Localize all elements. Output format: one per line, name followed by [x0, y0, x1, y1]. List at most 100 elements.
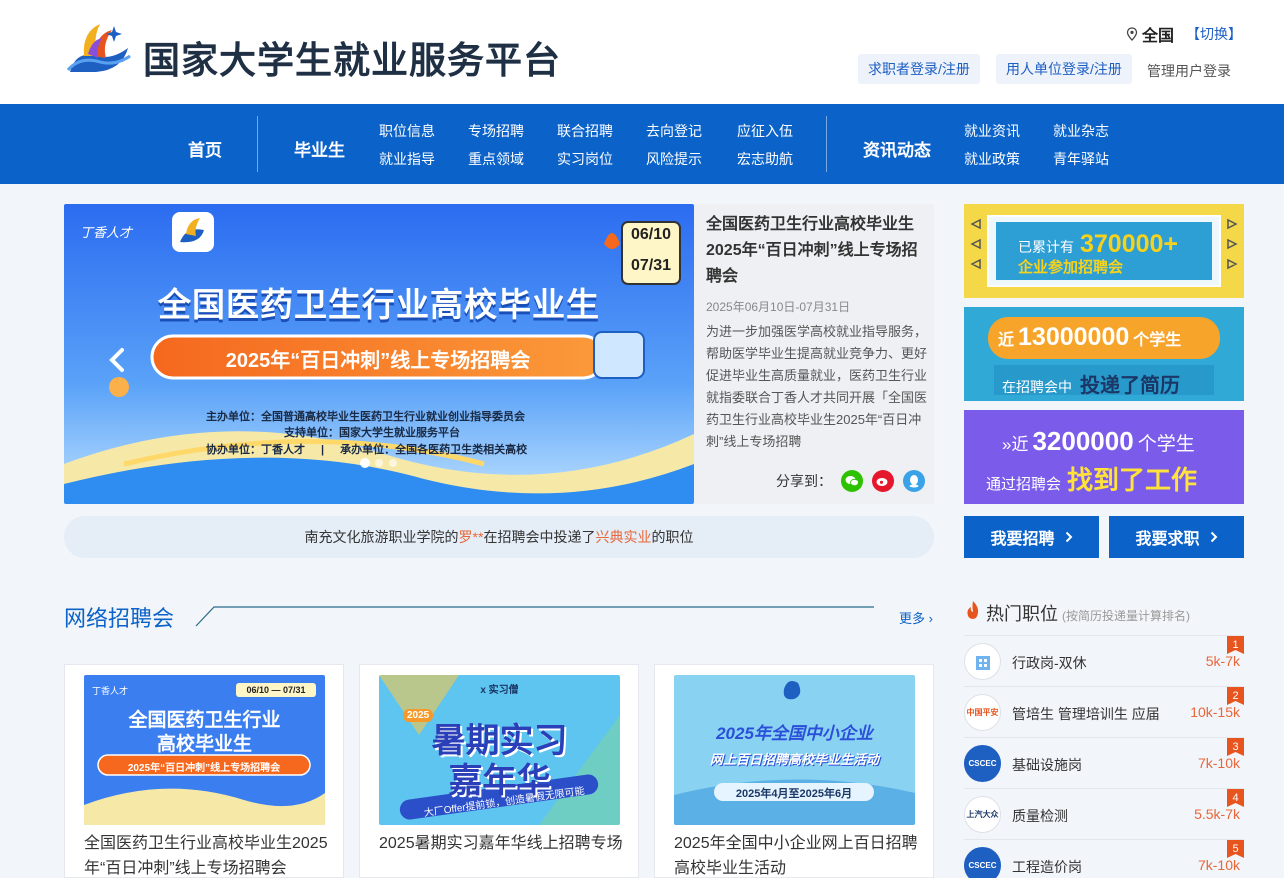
card-thumb-brand: 丁香人才 — [92, 686, 129, 696]
stat-ad-companies[interactable]: 已累计有 370000+ 企业参加招聘会 — [964, 204, 1244, 298]
nav-employment-news[interactable]: 就业资讯 — [964, 121, 1020, 141]
section-title-underline — [195, 606, 874, 627]
hot-job-item[interactable]: CSCEC 工程造价岗 7k-10k 5 — [964, 839, 1244, 878]
hot-job-item[interactable]: 上汽大众 质量检测 5.5k-7k 4 — [964, 788, 1244, 839]
fair-card[interactable]: 2025年全国中小企业 网上百日招聘高校毕业生活动 2025年4月至2025年6… — [654, 664, 934, 878]
job-salary: 5.5k-7k — [1194, 806, 1240, 822]
main-nav: 首页 毕业生 职位信息 专场招聘 联合招聘 去向登记 应征入伍 就业指导 重点领… — [0, 104, 1284, 184]
banner-subheadline: 2025年“百日冲刺”线上专场招聘会 — [225, 350, 531, 372]
banner-brand: 丁香人才 — [80, 225, 133, 240]
nav-enlistment[interactable]: 应征入伍 — [737, 121, 793, 141]
stat-ad-hired[interactable]: »近 3200000 个学生 通过招聘会 找到了工作 — [964, 410, 1244, 504]
card-thumb-line1: 2025年全国中小企业 — [716, 724, 873, 743]
nav-home[interactable]: 首页 — [188, 136, 222, 161]
ad1-caption: 企业参加招聘会 — [1018, 259, 1124, 276]
more-link[interactable]: 更多 › — [899, 608, 933, 627]
qq-icon[interactable] — [903, 470, 925, 492]
weibo-icon[interactable] — [872, 470, 894, 492]
nav-divider — [257, 116, 258, 172]
nav-key-fields[interactable]: 重点领域 — [468, 149, 524, 169]
ad2-line1: 近 13000000 个学生 — [998, 323, 1182, 351]
fair-card-title[interactable]: 2025暑期实习嘉年华线上招聘专场 — [379, 831, 624, 856]
fair-card-thumbnail: 丁香人才 06/10 — 07/31 全国医药卫生行业 高校毕业生 2025年“… — [84, 675, 325, 825]
banner-coorganizer: 协办单位：丁香人才 | 承办单位：全国各医药卫生类相关高校 — [206, 444, 528, 456]
switch-region-link[interactable]: 【切换】 — [1186, 24, 1242, 44]
region-selector[interactable]: 全国 — [1126, 22, 1174, 46]
region-label: 全国 — [1142, 28, 1175, 45]
location-pin-icon — [1126, 27, 1138, 41]
company-logo: CSCEC — [964, 745, 1001, 782]
find-job-button-label: 我要求职 — [1135, 531, 1200, 548]
site-logo[interactable] — [66, 20, 132, 78]
nav-joint-recruit[interactable]: 联合招聘 — [557, 121, 613, 141]
banner-date-start: 06/10 — [630, 226, 672, 243]
fair-card-title[interactable]: 全国医药卫生行业高校毕业生2025年“百日冲刺”线上专场招聘会 — [84, 831, 329, 878]
job-salary: 5k-7k — [1205, 653, 1240, 669]
seeker-login-button[interactable]: 求职者登录/注册 — [858, 54, 980, 84]
company-logo: CSCEC — [964, 847, 1001, 878]
fair-card[interactable]: x 实习僧 2025 暑期实习 嘉年华 大厂Offer提前锁，创造暑假无限可能 … — [359, 664, 639, 878]
nav-job-info[interactable]: 职位信息 — [379, 121, 435, 141]
ad3-line1: »近 3200000 个学生 — [1002, 426, 1195, 456]
nav-youth-station[interactable]: 青年驿站 — [1053, 149, 1109, 169]
card-thumb-line1: 全国医药卫生行业 — [128, 710, 281, 731]
nav-career-guidance[interactable]: 就业指导 — [379, 149, 435, 169]
header: 国家大学生就业服务平台 全国 【切换】 求职者登录/注册 用人单位登录/注册 管… — [0, 0, 1284, 104]
banner-info-date: 2025年06月10日-07月31日 — [706, 300, 851, 314]
job-name: 行政岗-双休 — [1012, 655, 1087, 671]
find-job-button[interactable]: 我要求职 — [1109, 516, 1244, 558]
card-thumb-line2: 网上百日招聘高校毕业生活动 — [709, 752, 879, 767]
rank-badge: 3 — [1227, 738, 1244, 756]
hero-banner[interactable]: 丁香人才 06/10 07/31 全国医药卫生行业高校毕业生 2025年“百日冲… — [64, 204, 694, 504]
job-salary: 7k-10k — [1197, 755, 1240, 771]
ad2-line2: 在招聘会中 投递了简历 — [1002, 375, 1180, 397]
nav-employment-magazine[interactable]: 就业杂志 — [1053, 121, 1109, 141]
site-title: 国家大学生就业服务平台 — [143, 40, 561, 81]
stat-ad-resumes[interactable]: 近 13000000 个学生 在招聘会中 投递了简历 — [964, 307, 1244, 401]
job-salary: 10k-15k — [1190, 704, 1240, 720]
admin-login-link[interactable]: 管理用户登录 — [1147, 61, 1231, 81]
nav-hongzhi[interactable]: 宏志助航 — [737, 149, 793, 169]
wechat-icon[interactable] — [841, 470, 863, 492]
hot-job-item[interactable]: 行政岗-双休 5k-7k 1 — [964, 635, 1244, 686]
job-name: 工程造价岗 — [1012, 859, 1082, 875]
banner-info-title[interactable]: 全国医药卫生行业高校毕业生2025年“百日冲刺”线上专场招聘会 — [706, 212, 926, 290]
chevron-right-icon — [1065, 531, 1072, 543]
nav-risk-alerts[interactable]: 风险提示 — [646, 149, 702, 169]
fair-card-title[interactable]: 2025年全国中小企业网上百日招聘高校毕业生活动 — [674, 831, 919, 878]
nav-employment-policy[interactable]: 就业政策 — [964, 149, 1020, 169]
hot-job-item[interactable]: 中国平安 管培生 管理培训生 应届 10k-15k 2 — [964, 686, 1244, 737]
job-name: 基础设施岗 — [1012, 757, 1082, 773]
card-thumb-date: 06/10 — 07/31 — [246, 685, 306, 695]
fire-icon — [967, 601, 979, 619]
card-thumb-top: x 实习僧 — [480, 685, 519, 696]
company-logo: 上汽大众 — [964, 796, 1001, 833]
fair-card[interactable]: 丁香人才 06/10 — 07/31 全国医药卫生行业 高校毕业生 2025年“… — [64, 664, 344, 878]
banner-supporter: 支持单位：国家大学生就业服务平台 — [284, 427, 460, 439]
job-name: 管培生 管理培训生 应届 — [1012, 706, 1160, 722]
banner-info-desc: 为进一步加强医学高校就业指导服务，帮助医学毕业生提高就业竞争力、更好促进毕业生高… — [706, 324, 928, 449]
banner-info-panel: 全国医药卫生行业高校毕业生2025年“百日冲刺”线上专场招聘会 2025年06月… — [694, 204, 934, 504]
ad3-line2: 通过招聘会 找到了工作 — [986, 465, 1198, 495]
hot-job-item[interactable]: CSCEC 基础设施岗 7k-10k 3 — [964, 737, 1244, 788]
banner-headline: 全国医药卫生行业高校毕业生 — [158, 286, 600, 323]
employer-login-button[interactable]: 用人单位登录/注册 — [996, 54, 1132, 84]
nav-divider — [826, 116, 827, 172]
fair-card-thumbnail: x 实习僧 2025 暑期实习 嘉年华 大厂Offer提前锁，创造暑假无限可能 — [379, 675, 620, 825]
rank-badge: 1 — [1227, 636, 1244, 654]
nav-internships[interactable]: 实习岗位 — [557, 149, 613, 169]
job-salary: 7k-10k — [1197, 857, 1240, 873]
ad1-text: 已累计有 370000+ — [1018, 230, 1179, 258]
nav-news[interactable]: 资讯动态 — [863, 136, 931, 161]
share-bar: 分享到： — [776, 470, 925, 492]
card-thumb-line3: 2025年4月至2025年6月 — [735, 788, 853, 800]
company-logo: 中国平安 — [964, 694, 1001, 731]
rank-badge: 5 — [1227, 840, 1244, 858]
nav-graduates[interactable]: 毕业生 — [294, 136, 345, 161]
nav-destination-register[interactable]: 去向登记 — [646, 121, 702, 141]
nav-special-recruit[interactable]: 专场招聘 — [468, 121, 524, 141]
recruit-button[interactable]: 我要招聘 — [964, 516, 1099, 558]
share-label: 分享到： — [776, 473, 832, 489]
fair-card-thumbnail: 2025年全国中小企业 网上百日招聘高校毕业生活动 2025年4月至2025年6… — [674, 675, 915, 825]
job-name: 质量检测 — [1012, 808, 1068, 824]
